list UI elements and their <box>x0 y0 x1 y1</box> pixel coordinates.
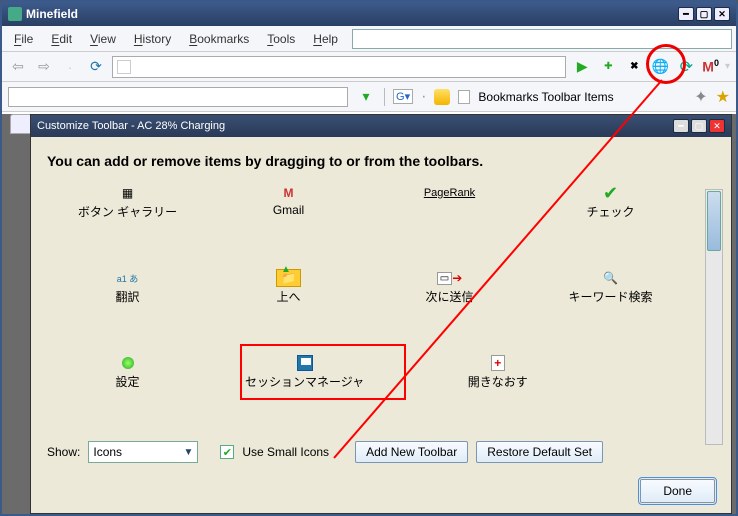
toolbar-palette: ▦ ボタン ギャラリー M Gmail PageRank ✔ チェック <box>47 183 691 433</box>
settings-icon <box>47 353 208 373</box>
app-icon <box>8 7 22 21</box>
palette-item-reopen[interactable]: + 開きなおす <box>401 353 594 390</box>
restore-default-button[interactable]: Restore Default Set <box>476 441 603 463</box>
scrollbar-thumb[interactable] <box>707 191 721 251</box>
titlebar: Minefield ━ ▢ ✕ <box>2 2 736 26</box>
globe-icon[interactable]: 🌐 <box>650 57 670 77</box>
star-fill-icon[interactable]: ★ <box>716 87 730 107</box>
app-title: Minefield <box>26 7 78 21</box>
palette-item-translate[interactable]: a1 あ 翻訳 <box>47 268 208 305</box>
palette-item-send-to[interactable]: ▭➔ 次に送信 <box>369 268 530 305</box>
chevron-down-icon: ▼ <box>183 447 193 458</box>
google-search-icon[interactable]: G▾ <box>393 89 413 104</box>
menubar: File Edit View History Bookmarks Tools H… <box>2 26 736 52</box>
show-value: Icons <box>93 445 122 459</box>
bookmarks-toolbar-label[interactable]: Bookmarks Toolbar Items <box>478 90 613 104</box>
gmail-count: 0 <box>714 58 719 68</box>
sync-icon[interactable]: ⟳ <box>676 57 696 77</box>
page-icon <box>117 60 131 74</box>
menu-edit[interactable]: Edit <box>43 30 80 48</box>
separator <box>384 88 385 106</box>
palette-scrollbar[interactable] <box>705 189 723 445</box>
reopen-icon: + <box>401 353 594 373</box>
pagerank-icon: PageRank <box>369 183 530 203</box>
menu-view[interactable]: View <box>82 30 124 48</box>
menu-help[interactable]: Help <box>305 30 346 48</box>
dialog-close-button[interactable]: ✕ <box>709 119 725 133</box>
menu-history[interactable]: History <box>126 30 179 48</box>
gallery-icon: ▦ <box>47 183 208 203</box>
palette-row: 設定 セッションマネージャ + 開きなおす <box>47 353 691 390</box>
palette-row: a1 あ 翻訳 📁▲ 上へ ▭➔ 次に送信 🔍 キーワード検索 <box>47 268 691 305</box>
close-button[interactable]: ✕ <box>714 7 730 21</box>
dialog-footer: Show: Icons ▼ ✔ Use Small Icons Add New … <box>47 441 715 503</box>
magnifier-icon: 🔍 <box>530 268 691 288</box>
dropdown-caret-icon[interactable]: ▾ <box>725 61 730 72</box>
highlighter-icon[interactable] <box>434 89 450 105</box>
send-to-icon: ▭➔ <box>369 268 530 288</box>
menu-file[interactable]: File <box>6 30 41 48</box>
tab-stub[interactable] <box>10 114 32 134</box>
page-icon-2 <box>458 90 470 104</box>
maximize-button[interactable]: ▢ <box>696 7 712 21</box>
x-icon[interactable]: ✖ <box>624 57 644 77</box>
reload-icon[interactable]: ⟳ <box>86 57 106 77</box>
separator2: · <box>421 88 426 106</box>
palette-item-button-gallery[interactable]: ▦ ボタン ギャラリー <box>47 183 208 220</box>
forward-icon[interactable]: ⇨ <box>34 57 54 77</box>
add-new-toolbar-button[interactable]: Add New Toolbar <box>355 441 468 463</box>
dialog-maximize-button[interactable]: ▢ <box>691 119 707 133</box>
palette-item-up[interactable]: 📁▲ 上へ <box>208 268 369 305</box>
star-outline-icon[interactable]: ✦ <box>694 87 707 107</box>
nav-sep-icon: · <box>60 57 80 77</box>
palette-item-pagerank[interactable]: PageRank <box>369 183 530 220</box>
plus-icon[interactable]: ✚ <box>598 57 618 77</box>
done-button[interactable]: Done <box>640 479 715 503</box>
gmail-icon: M <box>208 183 369 203</box>
dialog-minimize-button[interactable]: ━ <box>673 119 689 133</box>
palette-item-keyword-search[interactable]: 🔍 キーワード検索 <box>530 268 691 305</box>
show-label: Show: <box>47 445 80 459</box>
menu-tools[interactable]: Tools <box>259 30 303 48</box>
translate-icon: a1 あ <box>47 268 208 288</box>
main-window: Minefield ━ ▢ ✕ File Edit View History B… <box>0 0 738 516</box>
back-icon[interactable]: ⇦ <box>8 57 28 77</box>
gmail-icon[interactable]: M0 <box>702 58 719 75</box>
folder-up-icon: 📁▲ <box>208 268 369 288</box>
floppy-icon <box>208 353 401 373</box>
palette-row: ▦ ボタン ギャラリー M Gmail PageRank ✔ チェック <box>47 183 691 220</box>
customize-toolbar-dialog: Customize Toolbar - AC 28% Charging ━ ▢ … <box>30 114 732 514</box>
show-select[interactable]: Icons ▼ <box>88 441 198 463</box>
palette-item-check[interactable]: ✔ チェック <box>530 183 691 220</box>
palette-item-settings[interactable]: 設定 <box>47 353 208 390</box>
bookmarks-toolbar: ▾ G▾ · Bookmarks Toolbar Items ✦ ★ <box>2 82 736 112</box>
play-icon[interactable]: ▶ <box>572 57 592 77</box>
navbar-right: ▶ ✚ ✖ 🌐 ⟳ M0 ▾ <box>572 57 730 77</box>
find-down-icon[interactable]: ▾ <box>356 87 376 107</box>
dialog-body: You can add or remove items by dragging … <box>31 137 731 513</box>
minimize-button[interactable]: ━ <box>678 7 694 21</box>
url-bar[interactable] <box>112 56 566 78</box>
small-icons-checkbox[interactable]: ✔ <box>220 445 234 459</box>
dialog-heading: You can add or remove items by dragging … <box>47 153 715 169</box>
palette-item-session-manager[interactable]: セッションマネージャ <box>208 353 401 390</box>
palette-item-gmail[interactable]: M Gmail <box>208 183 369 220</box>
menubar-input-box[interactable] <box>352 29 732 49</box>
dialog-title: Customize Toolbar - AC 28% Charging <box>37 120 225 132</box>
check-icon: ✔ <box>530 183 691 203</box>
find-input[interactable] <box>8 87 348 107</box>
navbar: ⇦ ⇨ · ⟳ ▶ ✚ ✖ 🌐 ⟳ M0 ▾ <box>2 52 736 82</box>
dialog-titlebar: Customize Toolbar - AC 28% Charging ━ ▢ … <box>31 115 731 137</box>
menu-bookmarks[interactable]: Bookmarks <box>181 30 257 48</box>
small-icons-label[interactable]: Use Small Icons <box>242 445 329 459</box>
